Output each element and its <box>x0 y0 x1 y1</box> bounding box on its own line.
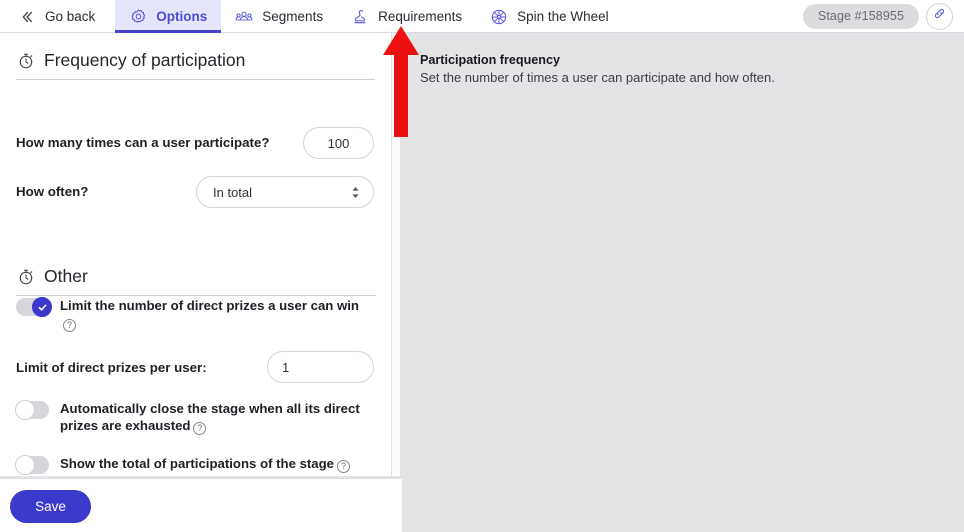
toggle-text: Automatically close the stage when all i… <box>60 401 360 433</box>
tab-options[interactable]: Options <box>115 0 222 33</box>
panel-scrollbar[interactable] <box>392 33 401 476</box>
toggle-row-show-total-participations[interactable]: Show the total of participations of the … <box>15 455 351 475</box>
toggle-knob <box>15 400 35 420</box>
section-frequency-of-participation: Frequency of participation <box>16 33 375 80</box>
app-root: Go back Options Segments Requirements Sp… <box>0 0 964 532</box>
toggle-limit-direct-prizes[interactable] <box>16 297 52 317</box>
help-icon[interactable]: ? <box>337 460 351 473</box>
tab-spin-the-wheel-label: Spin the Wheel <box>517 9 609 24</box>
toggle-label-show-total-participations: Show the total of participations of the … <box>60 455 351 473</box>
help-panel-title: Participation frequency <box>420 53 560 67</box>
toggle-text: Show the total of participations of the … <box>60 456 335 471</box>
stopwatch-icon <box>16 267 35 286</box>
how-often-selected-value: In total <box>213 184 253 200</box>
tab-go-back-label: Go back <box>45 9 96 24</box>
toggle-auto-close-stage[interactable] <box>15 400 49 420</box>
help-icon[interactable]: ? <box>193 422 207 435</box>
top-tab-bar: Go back Options Segments Requirements Sp… <box>0 0 964 33</box>
save-button[interactable]: Save <box>10 490 91 523</box>
participate-count-input[interactable]: 100 <box>303 127 374 159</box>
tab-spin-the-wheel[interactable]: Spin the Wheel <box>476 0 623 33</box>
double-chevron-left-icon <box>18 8 36 26</box>
tab-segments-label: Segments <box>262 9 324 24</box>
section-title-other: Other <box>44 266 88 286</box>
check-icon <box>38 304 46 311</box>
toggle-label-auto-close-stage: Automatically close the stage when all i… <box>60 400 365 435</box>
tab-options-label: Options <box>156 9 208 24</box>
link-chain-icon <box>932 6 947 26</box>
toggle-show-total-participations[interactable] <box>15 455 49 475</box>
help-panel: Participation frequency Set the number o… <box>402 33 964 532</box>
label-limit-of-direct-prizes: Limit of direct prizes per user: <box>16 360 207 375</box>
gear-icon <box>129 8 147 26</box>
toggle-text: Limit the number of direct prizes a user… <box>60 298 359 313</box>
panel-footer: Save <box>0 478 402 532</box>
section-title-frequency: Frequency of participation <box>44 50 246 70</box>
label-how-often: How often? <box>16 184 89 199</box>
toggle-knob <box>32 297 52 317</box>
tab-requirements-label: Requirements <box>378 9 463 24</box>
limit-per-user-input[interactable]: 1 <box>267 351 374 383</box>
help-icon[interactable]: ? <box>63 319 76 332</box>
wheel-icon <box>490 8 508 26</box>
label-how-many-times: How many times can a user participate? <box>16 135 270 150</box>
stage-badge[interactable]: Stage #158955 <box>802 3 919 29</box>
users-group-icon <box>235 8 253 26</box>
toggle-label-limit-direct-prizes: Limit the number of direct prizes a user… <box>60 297 359 332</box>
link-button[interactable] <box>926 2 953 30</box>
chevron-updown-icon <box>351 186 360 199</box>
options-panel: Frequency of participation How many time… <box>0 33 392 476</box>
stamp-icon <box>351 8 369 26</box>
tab-requirements[interactable]: Requirements <box>337 0 476 33</box>
tab-go-back[interactable]: Go back <box>0 0 115 33</box>
tab-segments[interactable]: Segments <box>221 0 337 33</box>
toggle-knob <box>15 455 35 475</box>
toggle-row-auto-close-stage[interactable]: Automatically close the stage when all i… <box>15 400 365 435</box>
how-often-select[interactable]: In total <box>196 176 374 208</box>
stopwatch-icon <box>16 51 35 70</box>
toggle-row-limit-direct-prizes[interactable]: Limit the number of direct prizes a user… <box>16 297 359 332</box>
topbar-right-group: Stage #158955 <box>802 0 964 32</box>
options-panel-content: Frequency of participation How many time… <box>0 33 391 475</box>
help-panel-description: Set the number of times a user can parti… <box>420 70 775 85</box>
section-other: Other <box>16 249 376 296</box>
